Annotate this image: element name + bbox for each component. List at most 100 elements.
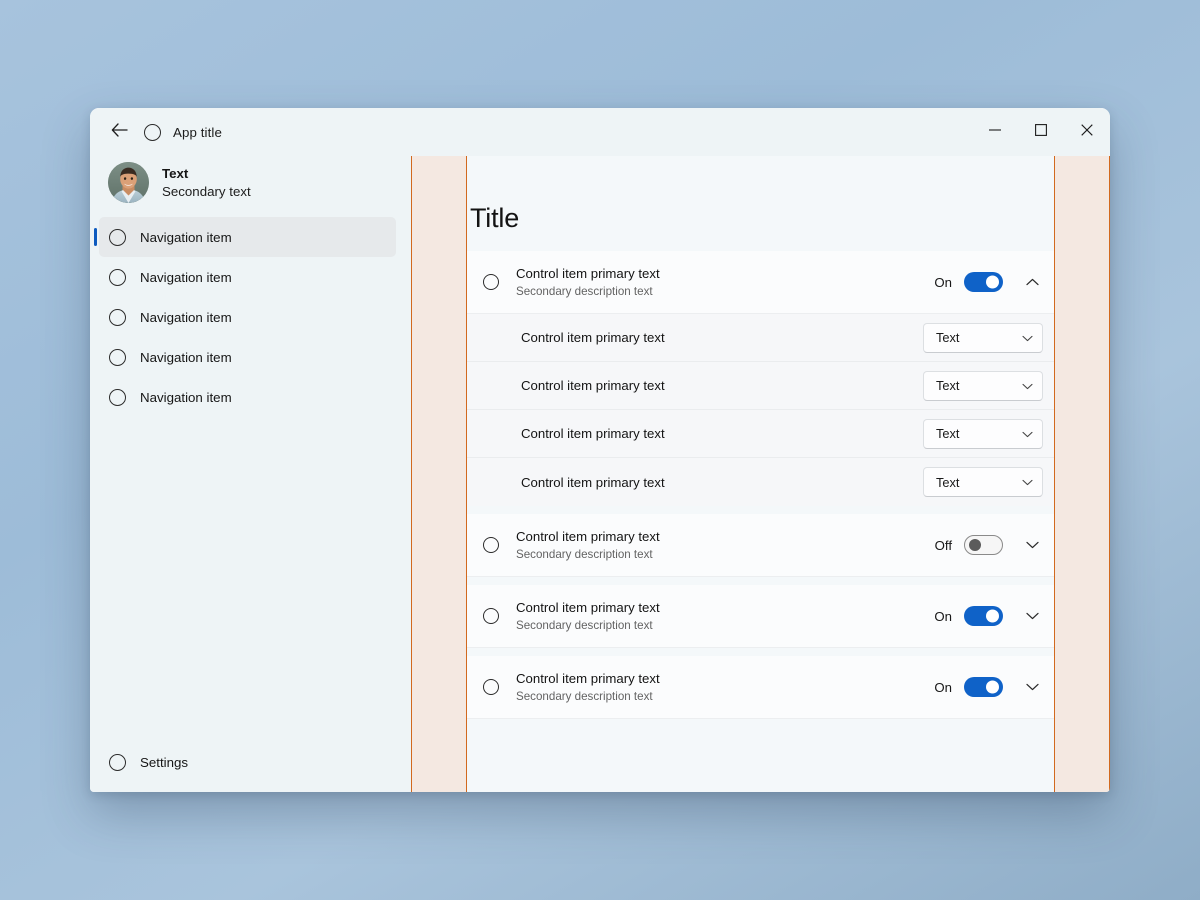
close-icon [1081,123,1093,141]
sidebar-item-label: Navigation item [140,349,232,365]
settings-card-list: Control item primary text Secondary desc… [467,251,1054,727]
dropdown-value: Text [936,474,960,490]
profile-text: Text Secondary text [162,165,251,199]
toggle-state-label: On [934,608,952,624]
chevron-down-icon [1022,329,1033,347]
expander-header-1[interactable]: Control item primary text Secondary desc… [467,251,1054,314]
control-primary-text: Control item primary text [521,378,665,393]
expander-controls: Off [932,530,1047,560]
toggle-switch[interactable] [964,535,1003,555]
chevron-down-icon [1022,377,1033,395]
toggle-knob [986,680,999,694]
sidebar-item-settings[interactable]: Settings [99,742,396,782]
toggle-knob [986,275,999,289]
control-primary-text: Control item primary text [521,330,665,345]
chevron-down-icon [1022,473,1033,491]
circle-placeholder-icon [483,274,499,290]
maximize-button[interactable] [1018,108,1064,156]
navigation-sidebar: Text Secondary text Navigation item Navi… [90,156,411,792]
sidebar-item-navigation-3[interactable]: Navigation item [99,297,396,337]
sidebar-item-navigation-2[interactable]: Navigation item [99,257,396,297]
app-title: App title [173,124,222,140]
dropdown-select-1[interactable]: Text [923,322,1043,353]
chevron-down-icon[interactable] [1017,530,1047,560]
toggle-state-label: On [934,274,952,290]
expander-controls: On [932,601,1047,631]
circle-placeholder-icon [109,348,126,366]
expander-text: Control item primary text Secondary desc… [516,670,932,704]
content-region: Title Control item primary text Secondar… [411,156,1110,792]
dropdown-select-4[interactable]: Text [923,467,1043,497]
circle-placeholder-icon [109,388,126,406]
sub-row-4: Control item primary text Text [467,458,1054,506]
right-spacing-band [1054,156,1110,792]
chevron-down-icon[interactable] [1017,672,1047,702]
control-primary-text: Control item primary text [521,474,665,490]
control-primary-text: Control item primary text [516,528,660,544]
expander-header-3[interactable]: Control item primary text Secondary desc… [467,585,1054,648]
expander-controls: On [932,672,1047,702]
profile-name: Text [162,166,189,182]
minimize-button[interactable] [972,108,1018,156]
sub-row-1: Control item primary text Text [467,314,1054,362]
dropdown-value: Text [936,378,960,393]
chevron-down-icon[interactable] [1017,601,1047,631]
left-spacing-band [411,156,467,792]
sidebar-item-navigation-4[interactable]: Navigation item [99,337,396,377]
title-bar: App title [90,108,1110,156]
arrow-left-icon [111,122,128,142]
sidebar-item-label: Navigation item [140,269,232,285]
control-secondary-text: Secondary description text [516,285,653,299]
back-button[interactable] [102,115,136,149]
dropdown-select-3[interactable]: Text [923,418,1043,449]
sidebar-item-navigation-1[interactable]: Navigation item [94,217,396,257]
gear-icon [109,753,126,771]
dropdown-select-2[interactable]: Text [923,370,1043,401]
expander-controls: On [932,267,1047,297]
chevron-up-icon[interactable] [1017,267,1047,297]
expander-header-4[interactable]: Control item primary text Secondary desc… [467,656,1054,719]
circle-placeholder-icon [109,228,126,246]
expander-text: Control item primary text Secondary desc… [516,528,932,562]
toggle-knob [986,609,999,623]
toggle-switch[interactable] [964,606,1003,626]
app-window: App title Text Secondary text Navigation… [90,108,1110,792]
expander-header-2[interactable]: Control item primary text Secondary desc… [467,514,1054,577]
window-body: Text Secondary text Navigation item Navi… [90,156,1110,792]
sidebar-item-label: Settings [140,754,189,770]
toggle-switch[interactable] [964,677,1003,697]
dropdown-value: Text [936,330,960,345]
circle-placeholder-icon [483,608,499,624]
profile-secondary: Secondary text [162,183,251,199]
chevron-down-icon [1022,425,1033,443]
sidebar-item-label: Navigation item [140,389,232,405]
expander-text: Control item primary text Secondary desc… [516,265,932,299]
circle-placeholder-icon [483,679,499,695]
toggle-switch[interactable] [964,272,1003,292]
control-primary-text: Control item primary text [516,599,660,615]
sidebar-item-label: Navigation item [140,309,232,325]
control-primary-text: Control item primary text [516,265,660,281]
page-title: Title [470,203,520,233]
app-icon [144,123,161,141]
maximize-icon [1035,123,1047,141]
sidebar-item-navigation-5[interactable]: Navigation item [99,377,396,417]
minimize-icon [989,123,1001,141]
sub-row-2: Control item primary text Text [467,362,1054,410]
dropdown-value: Text [936,426,960,441]
control-secondary-text: Secondary description text [516,548,653,562]
control-primary-text: Control item primary text [516,670,660,686]
sidebar-item-label: Navigation item [140,229,232,245]
toggle-state-label: On [934,679,952,695]
circle-placeholder-icon [109,308,126,326]
profile-section[interactable]: Text Secondary text [90,156,411,213]
avatar [108,162,149,203]
control-secondary-text: Secondary description text [516,690,653,704]
settings-group-1: Control item primary text Secondary desc… [467,251,1054,506]
sub-row-3: Control item primary text Text [467,410,1054,458]
expander-text: Control item primary text Secondary desc… [516,599,932,633]
close-button[interactable] [1064,108,1110,156]
control-primary-text: Control item primary text [521,426,665,441]
settings-group-2: Control item primary text Secondary desc… [467,514,1054,577]
